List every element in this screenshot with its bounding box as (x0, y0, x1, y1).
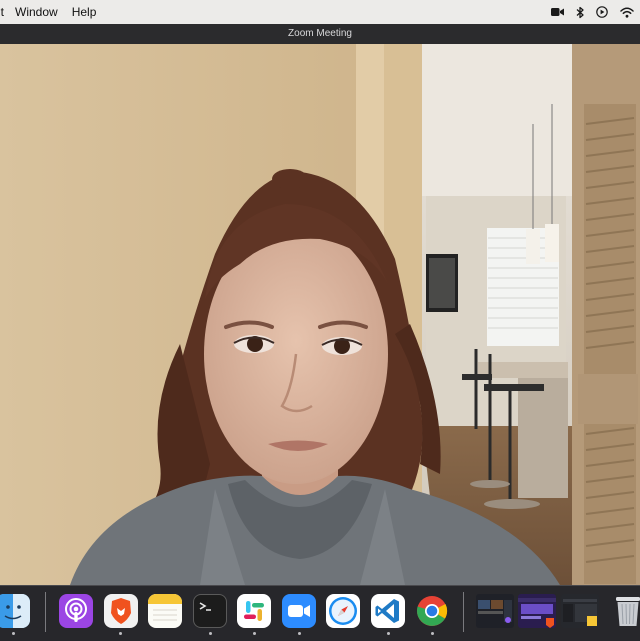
dock-separator (463, 592, 464, 632)
dock-app-chrome[interactable] (415, 594, 449, 628)
menu-bar: it Window Help (0, 0, 640, 24)
running-indicator (253, 632, 256, 635)
status-menu-area (551, 0, 634, 24)
minimized-window-thumbnail[interactable] (518, 594, 556, 628)
window-thumbnail (478, 600, 512, 623)
dock-separator (45, 592, 46, 632)
dock-app-terminal[interactable] (193, 594, 227, 628)
trash-icon (616, 597, 640, 626)
participant-video (0, 44, 640, 585)
running-indicator (431, 632, 434, 635)
menu-edit[interactable]: it (0, 0, 8, 24)
wifi-icon[interactable] (620, 7, 634, 18)
dock-app-finder[interactable] (0, 594, 30, 628)
running-indicator (298, 632, 301, 635)
safari-icon (329, 597, 357, 625)
window-title: Zoom Meeting (288, 28, 352, 39)
running-indicator (119, 632, 122, 635)
running-indicator (12, 632, 15, 635)
dock-app-brave[interactable] (104, 594, 138, 628)
minimized-window-thumbnail[interactable] (561, 594, 599, 628)
podcasts-icon (65, 598, 87, 622)
minimized-window-thumbnail[interactable] (476, 594, 514, 628)
vscode-icon (375, 599, 399, 623)
window-thumbnail (518, 598, 556, 628)
finder-icon (0, 594, 30, 628)
brave-icon (111, 598, 131, 624)
chrome-icon (417, 596, 448, 626)
play-circle-icon[interactable] (596, 6, 608, 18)
video-camera-icon[interactable] (551, 7, 564, 17)
window-thumbnail (563, 599, 597, 626)
slack-icon (244, 601, 264, 621)
dock-app-trash[interactable] (611, 594, 640, 628)
dock-app-zoom[interactable] (282, 594, 316, 628)
zoom-icon (288, 605, 310, 617)
dock-app-safari[interactable] (326, 594, 360, 628)
bluetooth-icon[interactable] (576, 6, 584, 19)
terminal-icon (199, 602, 211, 611)
window-title-bar: Zoom Meeting (0, 24, 640, 45)
running-indicator (387, 632, 390, 635)
notes-icon (148, 594, 182, 621)
dock (0, 585, 640, 641)
menu-help[interactable]: Help (65, 0, 104, 24)
running-indicator (209, 632, 212, 635)
menu-window[interactable]: Window (8, 0, 65, 24)
video-feed (0, 44, 640, 585)
menu-list: it Window Help (0, 0, 103, 24)
dock-app-podcasts[interactable] (59, 594, 93, 628)
dock-app-notes[interactable] (148, 594, 182, 628)
dock-app-slack[interactable] (237, 594, 271, 628)
dock-app-vscode[interactable] (371, 594, 405, 628)
